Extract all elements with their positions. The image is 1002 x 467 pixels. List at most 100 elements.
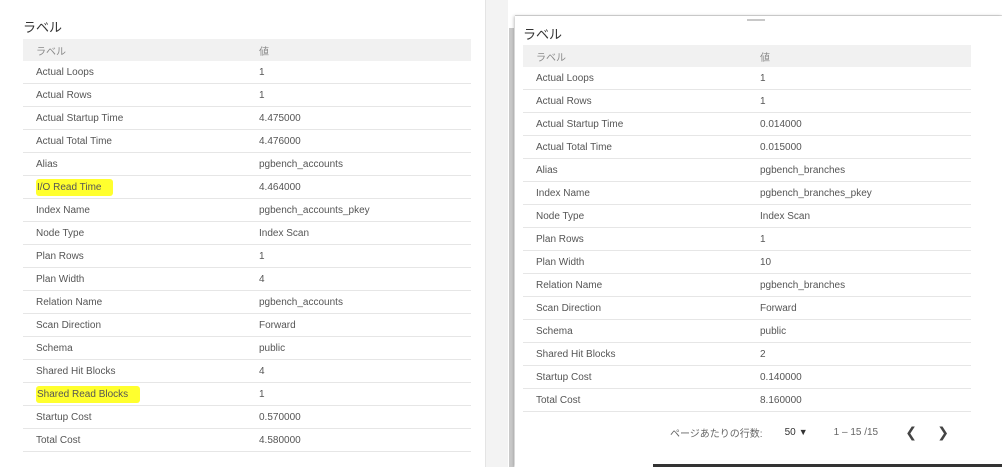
row-value: 0.014000 xyxy=(747,112,971,136)
row-label: Schema xyxy=(23,336,246,360)
row-label-text: Node Type xyxy=(536,210,585,222)
row-label-text: Actual Total Time xyxy=(536,141,612,153)
page-range-label: 1 – 15 /15 xyxy=(833,426,879,438)
row-label: Actual Loops xyxy=(23,61,246,84)
column-header-value: 値 xyxy=(747,45,971,67)
row-label-text: Shared Read Blocks xyxy=(36,385,141,403)
row-label-text: Actual Loops xyxy=(36,66,94,78)
row-label: Actual Total Time xyxy=(23,129,246,153)
right-detail-panel: ラベル ラベル 値 Actual Loops 1 Actual Rows 1 Actua… xyxy=(515,16,1002,467)
table-row: Plan Width 10 xyxy=(523,250,971,274)
scrollbar[interactable] xyxy=(509,28,514,467)
row-value: public xyxy=(747,319,971,343)
row-label-text: Actual Rows xyxy=(36,89,92,101)
row-value: 1 xyxy=(246,83,471,107)
row-value: 0.570000 xyxy=(246,405,471,429)
table-row: Shared Hit Blocks 2 xyxy=(523,342,971,366)
row-label-text: Actual Startup Time xyxy=(536,118,624,130)
row-value: 1 xyxy=(747,227,971,251)
table-row: Actual Rows 1 xyxy=(23,83,471,107)
row-label: Relation Name xyxy=(523,273,747,297)
row-label: Plan Width xyxy=(23,267,246,291)
row-value: Index Scan xyxy=(747,204,971,228)
row-value: 4.476000 xyxy=(246,129,471,153)
row-label: Actual Loops xyxy=(523,67,747,90)
table-row: Plan Width 4 xyxy=(23,267,471,291)
row-label: Total Cost xyxy=(23,428,246,452)
row-value: 10 xyxy=(747,250,971,274)
table-row: Plan Rows 1 xyxy=(523,227,971,251)
row-label-text: Plan Rows xyxy=(536,233,584,245)
row-label: Actual Startup Time xyxy=(523,112,747,136)
caret-down-icon: ▼ xyxy=(798,427,808,437)
table-row: Actual Rows 1 xyxy=(523,89,971,113)
column-header-label: ラベル xyxy=(23,39,246,61)
chevron-left-icon[interactable]: ❮ xyxy=(902,424,920,441)
row-label-text: Relation Name xyxy=(36,296,103,308)
table-row: Actual Loops 1 xyxy=(523,67,971,90)
left-detail-panel: ラベル ラベル 値 Actual Loops 1 Actual Rows 1 Actua… xyxy=(0,0,486,467)
row-label-text: Shared Hit Blocks xyxy=(536,348,616,360)
row-label: Actual Startup Time xyxy=(23,106,246,130)
row-label: Plan Rows xyxy=(523,227,747,251)
table-row: Actual Total Time 0.015000 xyxy=(523,135,971,159)
table-row: Alias pgbench_branches xyxy=(523,158,971,182)
table-row: Plan Rows 1 xyxy=(23,244,471,268)
row-value: 0.015000 xyxy=(747,135,971,159)
row-label: Shared Hit Blocks xyxy=(523,342,747,366)
row-label: Plan Rows xyxy=(23,244,246,268)
panel-gap xyxy=(486,0,508,467)
row-value: 4.464000 xyxy=(246,175,471,199)
row-value: 4.475000 xyxy=(246,106,471,130)
table-row: Scan Direction Forward xyxy=(23,313,471,337)
row-label: Alias xyxy=(523,158,747,182)
row-label-text: Scan Direction xyxy=(536,302,602,314)
row-label: Shared Read Blocks xyxy=(23,382,246,406)
row-value: 1 xyxy=(246,244,471,268)
row-value: 4 xyxy=(246,359,471,383)
row-label-text: Plan Width xyxy=(536,256,585,268)
row-label: Actual Rows xyxy=(523,89,747,113)
row-label-text: Plan Rows xyxy=(36,250,84,262)
row-value: 1 xyxy=(747,67,971,90)
row-label: Startup Cost xyxy=(523,365,747,389)
table-row: Actual Startup Time 4.475000 xyxy=(23,106,471,130)
row-label-text: I/O Read Time xyxy=(36,178,114,196)
table-row: Total Cost 8.160000 xyxy=(523,388,971,412)
row-value: pgbench_accounts xyxy=(246,152,471,176)
row-value: Forward xyxy=(747,296,971,320)
row-label-text: Schema xyxy=(36,342,73,354)
table-row: Actual Loops 1 xyxy=(23,61,471,84)
table-row: Actual Startup Time 0.014000 xyxy=(523,112,971,136)
table-header-row: ラベル 値 xyxy=(23,39,471,61)
table-row: Relation Name pgbench_accounts xyxy=(23,290,471,314)
row-value: 1 xyxy=(246,382,471,406)
column-header-label: ラベル xyxy=(523,45,747,67)
row-label-text: Actual Startup Time xyxy=(36,112,124,124)
rows-per-page-value: 50 xyxy=(784,426,796,438)
row-value: 4.580000 xyxy=(246,428,471,452)
row-value: Index Scan xyxy=(246,221,471,245)
row-label-text: Index Name xyxy=(36,204,90,216)
row-value: Forward xyxy=(246,313,471,337)
row-label: Plan Width xyxy=(523,250,747,274)
row-value: 2 xyxy=(747,342,971,366)
rows-per-page-select[interactable]: 50 ▼ xyxy=(785,427,808,438)
drag-handle[interactable] xyxy=(747,19,765,21)
row-label: Actual Total Time xyxy=(523,135,747,159)
row-label: I/O Read Time xyxy=(23,175,246,199)
row-label: Alias xyxy=(23,152,246,176)
table-row: Actual Total Time 4.476000 xyxy=(23,129,471,153)
row-label: Scan Direction xyxy=(23,313,246,337)
chevron-right-icon[interactable]: ❯ xyxy=(934,424,952,441)
table-row: Index Name pgbench_accounts_pkey xyxy=(23,198,471,222)
row-value: 4 xyxy=(246,267,471,291)
row-label-text: Total Cost xyxy=(536,394,581,406)
row-label: Shared Hit Blocks xyxy=(23,359,246,383)
row-value: pgbench_branches xyxy=(747,158,971,182)
row-label: Total Cost xyxy=(523,388,747,412)
table-row: Relation Name pgbench_branches xyxy=(523,273,971,297)
row-label-text: Actual Total Time xyxy=(36,135,112,147)
row-label-text: Plan Width xyxy=(36,273,85,285)
right-properties-table: ラベル 値 Actual Loops 1 Actual Rows 1 Actual St… xyxy=(523,45,971,412)
